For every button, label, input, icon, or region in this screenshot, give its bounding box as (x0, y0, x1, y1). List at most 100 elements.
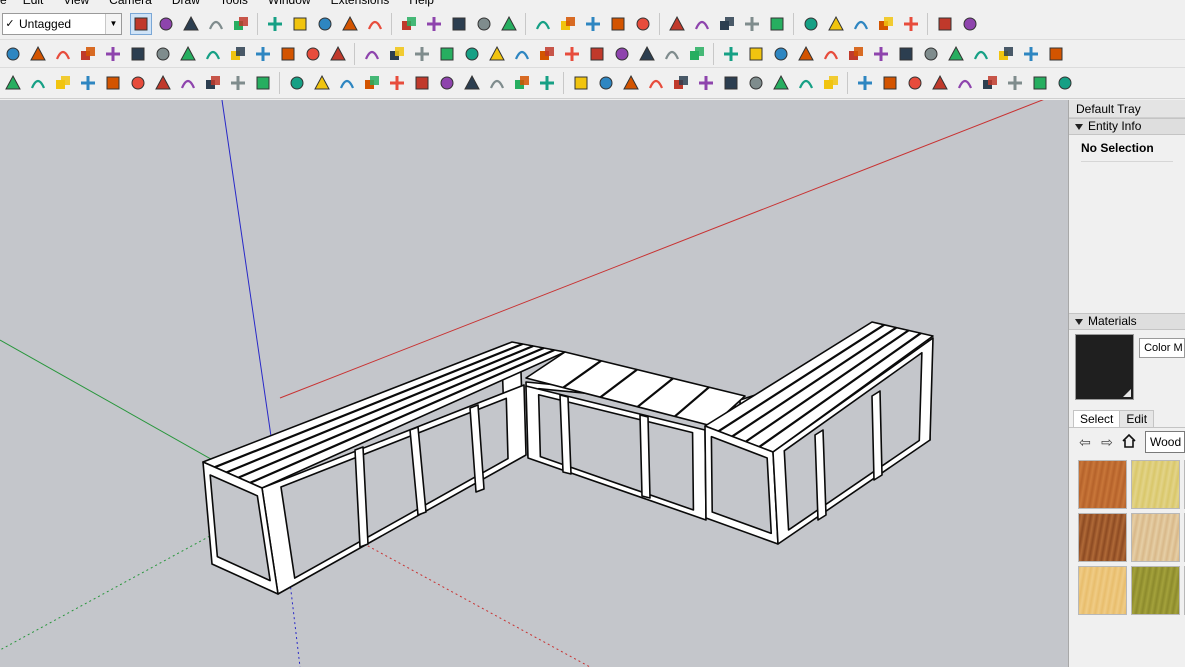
curve-d-icon[interactable] (361, 72, 383, 94)
tool-u-icon[interactable] (511, 43, 533, 65)
tool-e-icon[interactable] (102, 43, 124, 65)
tool-al-icon[interactable] (945, 43, 967, 65)
mail-icon[interactable] (227, 72, 249, 94)
tool-f-icon[interactable] (127, 43, 149, 65)
curve-t-icon[interactable] (770, 72, 792, 94)
curve-l-icon[interactable] (570, 72, 592, 94)
style-wire-icon[interactable] (875, 13, 897, 35)
view-front-icon[interactable] (766, 13, 788, 35)
tool-i-icon[interactable] (202, 43, 224, 65)
home-icon[interactable] (1121, 433, 1137, 452)
follow-me-icon[interactable] (289, 13, 311, 35)
sandbox-icon[interactable] (582, 13, 604, 35)
move-icon[interactable] (314, 13, 336, 35)
cloud-icon[interactable] (177, 72, 199, 94)
tool-ab-icon[interactable] (686, 43, 708, 65)
l-shaped-bench-model[interactable] (202, 321, 934, 595)
style-shaded-icon[interactable] (900, 13, 922, 35)
curve-b-icon[interactable] (311, 72, 333, 94)
tool-k-icon[interactable] (252, 43, 274, 65)
gear-icon[interactable] (202, 72, 224, 94)
menu-item[interactable]: Help (399, 0, 444, 7)
refresh-icon[interactable] (27, 72, 49, 94)
zoom-extents-icon[interactable] (557, 13, 579, 35)
menu-item[interactable]: Draw (162, 0, 210, 7)
scale-icon[interactable] (364, 13, 386, 35)
curve-ab-icon[interactable] (979, 72, 1001, 94)
tool-q-icon[interactable] (411, 43, 433, 65)
entity-info-header[interactable]: Entity Info (1069, 118, 1185, 135)
curve-m-icon[interactable] (595, 72, 617, 94)
tool-s-icon[interactable] (461, 43, 483, 65)
curve-j-icon[interactable] (511, 72, 533, 94)
tool-r-icon[interactable] (436, 43, 458, 65)
tool-am-icon[interactable] (970, 43, 992, 65)
curve-aa-icon[interactable] (954, 72, 976, 94)
view-iso-icon[interactable] (716, 13, 738, 35)
tool-m-icon[interactable] (302, 43, 324, 65)
tool-h-icon[interactable] (177, 43, 199, 65)
tool-v-icon[interactable] (536, 43, 558, 65)
outer-shell-icon[interactable] (959, 13, 981, 35)
menu-item[interactable]: Camera (99, 0, 162, 7)
tool-ai-icon[interactable] (870, 43, 892, 65)
tool-p-icon[interactable] (386, 43, 408, 65)
menu-item[interactable]: View (53, 0, 99, 7)
curve-z-icon[interactable] (929, 72, 951, 94)
camera-icon[interactable] (52, 72, 74, 94)
tool-ap-icon[interactable] (1045, 43, 1067, 65)
curve-ac-icon[interactable] (1004, 72, 1026, 94)
tool-ad-icon[interactable] (745, 43, 767, 65)
paint-bucket-icon[interactable] (448, 13, 470, 35)
menu-item[interactable]: Extensions (321, 0, 400, 7)
pencil-icon[interactable] (180, 13, 202, 35)
menu-item[interactable]: e (0, 0, 13, 7)
style-xray-icon[interactable] (850, 13, 872, 35)
menu-item[interactable]: Edit (13, 0, 54, 7)
curve-h-icon[interactable] (461, 72, 483, 94)
curve-e-icon[interactable] (386, 72, 408, 94)
back-arrow-icon[interactable]: ⇦ (1077, 434, 1093, 451)
curve-w-icon[interactable] (854, 72, 876, 94)
curve-c-icon[interactable] (336, 72, 358, 94)
tool-b-icon[interactable] (27, 43, 49, 65)
curve-u-icon[interactable] (795, 72, 817, 94)
push-pull-icon[interactable] (264, 13, 286, 35)
view-top-icon[interactable] (741, 13, 763, 35)
section-icon[interactable] (666, 13, 688, 35)
view-right-icon[interactable] (800, 13, 822, 35)
info-icon[interactable] (252, 72, 274, 94)
tool-ae-icon[interactable] (770, 43, 792, 65)
zoom-icon[interactable] (532, 13, 554, 35)
tool-t-icon[interactable] (486, 43, 508, 65)
orbit-icon[interactable] (473, 13, 495, 35)
curve-k-icon[interactable] (536, 72, 558, 94)
solid-tools-icon[interactable] (934, 13, 956, 35)
curve-v-icon[interactable] (820, 72, 842, 94)
tool-o-icon[interactable] (361, 43, 383, 65)
curve-p-icon[interactable] (670, 72, 692, 94)
tag-dropdown[interactable]: ✓ Untagged ▼ (2, 12, 122, 35)
forward-arrow-icon[interactable]: ⇨ (1099, 434, 1115, 451)
model-scene[interactable] (0, 100, 1068, 667)
curve-ae-icon[interactable] (1054, 72, 1076, 94)
tool-n-icon[interactable] (327, 43, 349, 65)
menu-item[interactable]: Window (258, 0, 321, 7)
select-icon[interactable] (129, 12, 152, 35)
chevron-down-icon[interactable]: ▼ (105, 13, 121, 34)
tool-l-icon[interactable] (277, 43, 299, 65)
tool-an-icon[interactable] (995, 43, 1017, 65)
material-swatch[interactable] (1078, 566, 1127, 615)
tool-c-icon[interactable] (52, 43, 74, 65)
material-swatch[interactable] (1131, 460, 1180, 509)
curve-f-icon[interactable] (411, 72, 433, 94)
checker-icon[interactable] (152, 72, 174, 94)
material-swatch[interactable] (1078, 460, 1127, 509)
menu-item[interactable]: Tools (210, 0, 258, 7)
curve-ad-icon[interactable] (1029, 72, 1051, 94)
model-viewport[interactable] (0, 100, 1068, 667)
pan-icon[interactable] (498, 13, 520, 35)
curve-x-icon[interactable] (879, 72, 901, 94)
material-library-dropdown[interactable]: Wood (1145, 431, 1185, 453)
curve-n-icon[interactable] (620, 72, 642, 94)
